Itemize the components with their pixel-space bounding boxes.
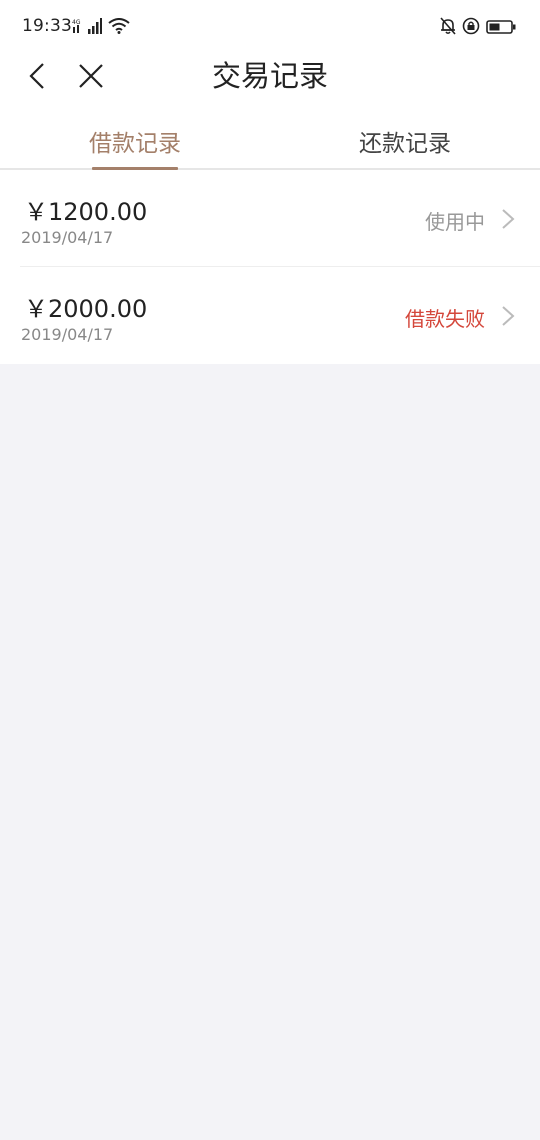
tab-label: 借款记录 <box>89 131 181 157</box>
header-area: 19:33 4G 交易记录 借款记录 还款记录 <box>0 0 540 170</box>
svg-text:4G: 4G <box>72 19 81 26</box>
record-list: ￥1200.00 2019/04/17 使用中 ￥2000.00 2019/04… <box>0 170 540 364</box>
mute-bell-icon <box>440 17 456 39</box>
status-left-icons: 4G <box>72 17 130 39</box>
list-item[interactable]: ￥2000.00 2019/04/17 借款失败 <box>20 267 540 364</box>
record-date: 2019/04/17 <box>21 228 114 247</box>
tab-repay-records[interactable]: 还款记录 <box>270 104 540 168</box>
empty-background <box>0 364 540 1140</box>
page-title: 交易记录 <box>211 59 328 93</box>
record-amount: ￥2000.00 <box>24 295 148 323</box>
network-4g-icon: 4G <box>72 17 82 39</box>
record-status: 借款失败 <box>405 307 485 331</box>
tab-label: 还款记录 <box>359 131 451 157</box>
chevron-right-icon <box>502 209 515 229</box>
status-right-icons <box>440 17 516 39</box>
nav-bar: 交易记录 <box>0 54 540 104</box>
tab-bar: 借款记录 还款记录 <box>0 104 540 170</box>
list-item[interactable]: ￥1200.00 2019/04/17 使用中 <box>20 170 540 267</box>
chevron-right-icon <box>502 306 515 326</box>
record-status: 使用中 <box>425 210 485 234</box>
tab-borrow-records[interactable]: 借款记录 <box>0 104 270 170</box>
battery-icon <box>486 19 516 38</box>
wifi-icon <box>108 18 130 38</box>
signal-icon <box>88 18 102 38</box>
record-date: 2019/04/17 <box>21 325 114 344</box>
status-bar: 19:33 4G <box>0 0 540 54</box>
record-amount: ￥1200.00 <box>24 198 148 226</box>
lock-rotation-icon <box>462 17 480 39</box>
status-time: 19:33 <box>22 16 72 36</box>
